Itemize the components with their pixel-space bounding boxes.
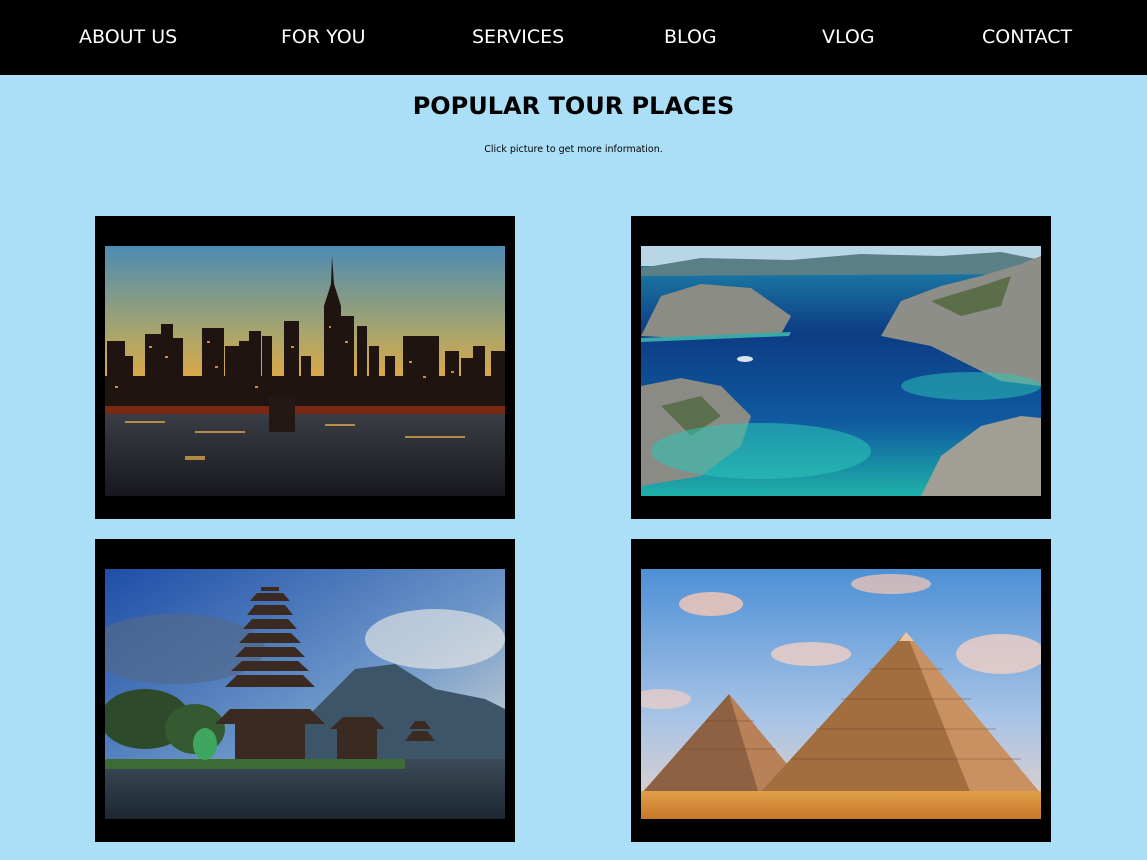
nav-vlog[interactable]: VLOG xyxy=(822,0,875,75)
city-skyline-image[interactable] xyxy=(105,246,505,496)
nav-for-you[interactable]: FOR YOU xyxy=(281,0,366,75)
pyramids-image[interactable] xyxy=(641,569,1041,819)
water-temple-image[interactable] xyxy=(105,569,505,819)
tour-card-temple[interactable] xyxy=(95,539,515,842)
tour-card-city-skyline[interactable] xyxy=(95,216,515,519)
nav-blog[interactable]: BLOG xyxy=(664,0,717,75)
tropical-lagoon-image[interactable] xyxy=(641,246,1041,496)
tour-card-lagoon[interactable] xyxy=(631,216,1051,519)
nav-about-us[interactable]: ABOUT US xyxy=(79,0,177,75)
page-subtitle: Click picture to get more information. xyxy=(484,144,663,155)
tour-card-pyramids[interactable] xyxy=(631,539,1051,842)
nav-contact[interactable]: CONTACT xyxy=(982,0,1072,75)
top-navbar: ABOUT US FOR YOU SERVICES BLOG VLOG CONT… xyxy=(0,0,1147,75)
page-title: POPULAR TOUR PLACES xyxy=(412,92,735,120)
nav-services[interactable]: SERVICES xyxy=(472,0,564,75)
